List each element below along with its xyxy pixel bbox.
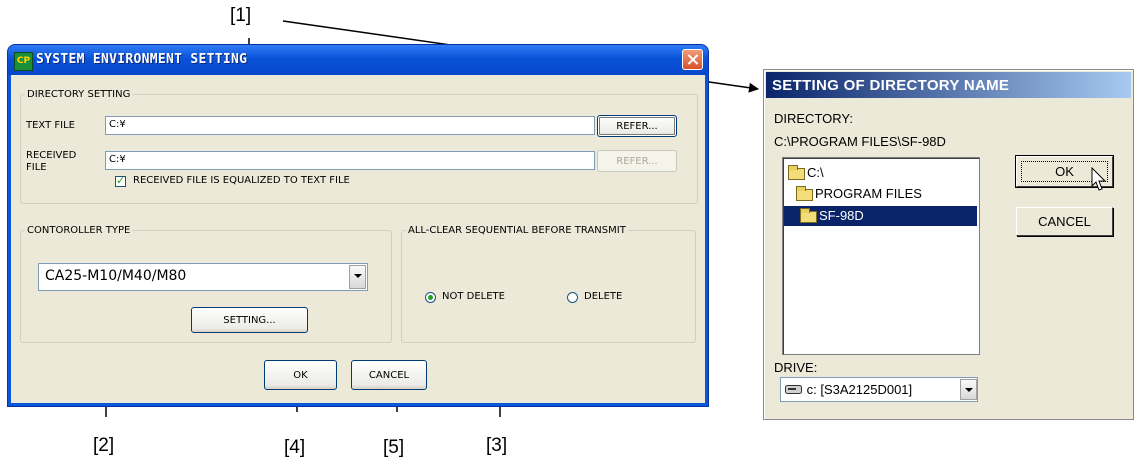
delete-radio[interactable] xyxy=(567,292,578,303)
dir-cancel-button[interactable]: CANCEL xyxy=(1016,207,1113,236)
chevron-down-icon[interactable] xyxy=(960,379,977,400)
tree-item-label: C:\ xyxy=(807,165,824,180)
refer-received-button[interactable]: REFER... xyxy=(597,150,677,172)
directory-label: DIRECTORY: xyxy=(774,111,853,126)
dir-cancel-label: CANCEL xyxy=(1038,214,1091,229)
ok-button[interactable]: OK xyxy=(264,360,337,390)
callout-1: [1] xyxy=(230,5,252,26)
controller-type-value: CA25-M10/M40/M80 xyxy=(45,268,187,284)
dialog-client: DIRECTORY SETTING TEXT FILE C:¥ REFER...… xyxy=(11,75,705,403)
tree-item-sf98d[interactable]: SF-98D xyxy=(784,206,977,226)
refer-button[interactable]: REFER... xyxy=(597,115,677,137)
drive-select[interactable]: c: [S3A2125D001] xyxy=(780,377,978,402)
callout-2: [2] xyxy=(93,435,115,456)
delete-label: DELETE xyxy=(584,291,623,302)
equalize-checkbox[interactable] xyxy=(115,174,126,187)
dir-dialog-title: SETTING OF DIRECTORY NAME xyxy=(772,77,1010,94)
chevron-down-icon[interactable] xyxy=(349,265,366,289)
setting-button[interactable]: SETTING... xyxy=(191,307,308,333)
folder-open-icon xyxy=(800,208,817,223)
callout-3: [3] xyxy=(486,435,508,456)
callout-5: [5] xyxy=(383,437,405,458)
all-clear-group: ALL-CLEAR SEQUENTIAL BEFORE TRANSMIT xyxy=(401,225,696,343)
not-delete-label: NOT DELETE xyxy=(442,291,505,302)
app-icon: CP xyxy=(14,52,33,71)
dialog-title: SYSTEM ENVIRONMENT SETTING xyxy=(36,52,248,67)
drive-icon xyxy=(785,385,802,394)
equalize-label: RECEIVED FILE IS EQUALIZED TO TEXT FILE xyxy=(133,175,350,186)
title-bar[interactable]: CP SYSTEM ENVIRONMENT SETTING xyxy=(8,45,708,75)
system-environment-dialog: CP SYSTEM ENVIRONMENT SETTING DIRECTORY … xyxy=(8,45,708,406)
drive-label: DRIVE: xyxy=(774,360,818,375)
tree-item-root[interactable]: C:\ xyxy=(786,163,976,183)
not-delete-radio[interactable] xyxy=(425,292,436,303)
text-file-input[interactable]: C:¥ xyxy=(105,116,595,135)
received-file-label: RECEIVED FILE xyxy=(26,150,77,173)
text-file-label: TEXT FILE xyxy=(26,120,75,131)
directory-setting-legend: DIRECTORY SETTING xyxy=(27,89,131,100)
mouse-cursor-icon xyxy=(1091,167,1107,191)
directory-tree-list[interactable]: C:\ PROGRAM FILES SF-98D xyxy=(782,157,980,355)
tree-item-label: SF-98D xyxy=(819,208,864,223)
drive-value: c: [S3A2125D001] xyxy=(806,382,913,397)
dir-title-bar[interactable]: SETTING OF DIRECTORY NAME xyxy=(766,72,1131,98)
folder-open-icon xyxy=(796,186,813,201)
tree-item-program-files[interactable]: PROGRAM FILES xyxy=(786,184,976,204)
controller-type-legend: CONTOROLLER TYPE xyxy=(27,225,131,236)
current-path: C:\PROGRAM FILES\SF-98D xyxy=(774,134,946,149)
tree-item-label: PROGRAM FILES xyxy=(815,186,922,201)
received-file-input[interactable]: C:¥ xyxy=(105,151,595,170)
controller-type-select[interactable]: CA25-M10/M40/M80 xyxy=(38,263,368,291)
all-clear-legend: ALL-CLEAR SEQUENTIAL BEFORE TRANSMIT xyxy=(408,225,626,236)
folder-open-icon xyxy=(788,165,805,180)
close-button[interactable] xyxy=(682,49,703,70)
directory-name-dialog: SETTING OF DIRECTORY NAME DIRECTORY: C:\… xyxy=(763,69,1134,420)
callout-4: [4] xyxy=(284,437,306,458)
cancel-button[interactable]: CANCEL xyxy=(351,360,427,390)
